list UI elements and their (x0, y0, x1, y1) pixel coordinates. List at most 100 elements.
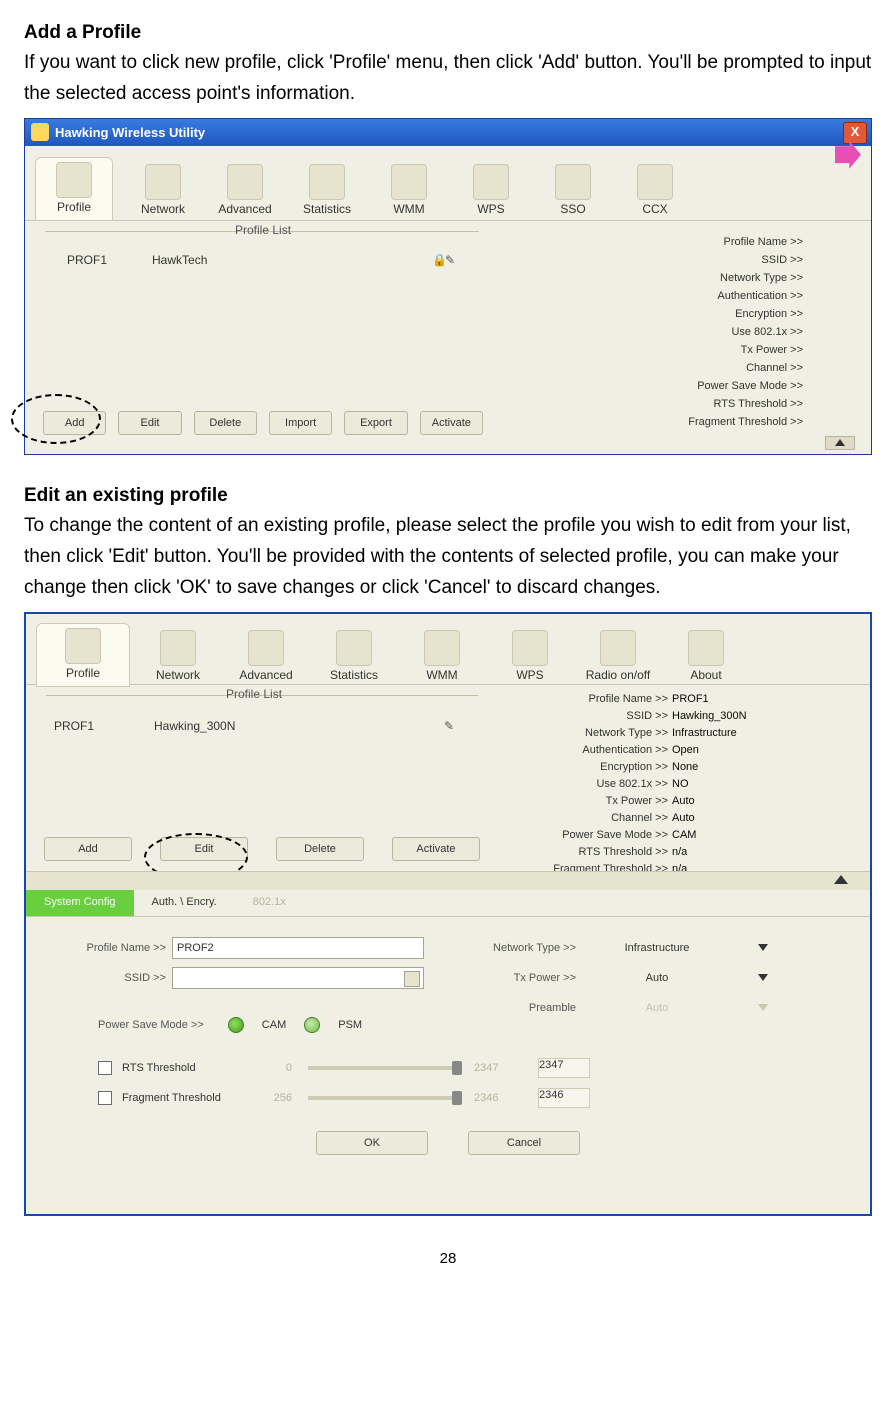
chevron-down-icon[interactable] (758, 944, 768, 951)
profile-button-row: Add Edit Delete Activate (44, 837, 478, 861)
chevron-up-icon (834, 875, 848, 884)
edit-button[interactable]: Edit (160, 837, 248, 861)
psm-label: Power Save Mode >> (98, 1019, 210, 1031)
rts-min: 0 (262, 1062, 292, 1074)
tab-radio[interactable]: Radio on/off (578, 630, 658, 682)
rts-checkbox[interactable] (98, 1061, 112, 1075)
profile-list-title: Profile List (226, 687, 282, 701)
heading-edit-profile: Edit an existing profile (24, 485, 872, 507)
advanced-icon (227, 164, 263, 200)
profile-icon (56, 162, 92, 198)
tab-sso[interactable]: SSO (541, 164, 605, 216)
tab-ccx[interactable]: CCX (623, 164, 687, 216)
tab-wmm[interactable]: WMM (402, 630, 482, 682)
tab-about[interactable]: About (666, 630, 746, 682)
network-icon (145, 164, 181, 200)
ssid-dropdown[interactable] (172, 967, 424, 989)
tx-power-value[interactable]: Auto (582, 972, 732, 984)
tab-wmm[interactable]: WMM (377, 164, 441, 216)
activate-button[interactable]: Activate (420, 411, 483, 435)
preamble-label: Preamble (466, 1002, 582, 1014)
profile-list-title: Profile List (235, 223, 291, 237)
para-edit-profile: To change the content of an existing pro… (24, 510, 872, 604)
ok-button[interactable]: OK (316, 1131, 428, 1155)
profile-details-panel: Profile Name >> SSID >> Network Type >> … (489, 221, 871, 441)
close-icon[interactable]: X (843, 122, 867, 144)
tab-statistics[interactable]: Statistics (295, 164, 359, 216)
tab-network[interactable]: Network (138, 630, 218, 682)
frag-value-box[interactable]: 2346 (538, 1088, 590, 1108)
rts-value-box[interactable]: 2347 (538, 1058, 590, 1078)
profile-icon (65, 628, 101, 664)
profile-ssid-cell: HawkTech (152, 253, 207, 267)
tx-power-label: Tx Power >> (466, 972, 582, 984)
statistics-icon (336, 630, 372, 666)
delete-button[interactable]: Delete (194, 411, 257, 435)
screenshot-add-profile: Hawking Wireless Utility X Profile Netwo… (24, 118, 872, 455)
tab-profile[interactable]: Profile (36, 623, 130, 687)
para-add-profile: If you want to click new profile, click … (24, 47, 872, 110)
ccx-icon (637, 164, 673, 200)
profile-list-panel: Profile List PROF1 Hawking_300N ✎ Add Ed… (26, 685, 488, 871)
network-icon (160, 630, 196, 666)
tab-advanced[interactable]: Advanced (226, 630, 306, 682)
frag-max: 2346 (474, 1092, 508, 1104)
activate-button[interactable]: Activate (392, 837, 480, 861)
config-tabs: System Config Auth. \ Encry. 802.1x (26, 890, 870, 917)
frag-slider[interactable] (308, 1096, 458, 1100)
heading-add-profile: Add a Profile (24, 22, 872, 44)
add-button[interactable]: Add (44, 837, 132, 861)
about-icon (688, 630, 724, 666)
preamble-value: Auto (582, 1002, 732, 1014)
radio-psm-label: PSM (338, 1019, 362, 1031)
network-type-label: Network Type >> (466, 942, 582, 954)
rts-slider[interactable] (308, 1066, 458, 1070)
frag-label: Fragment Threshold (122, 1092, 252, 1104)
tab-advanced[interactable]: Advanced (213, 164, 277, 216)
tab-network[interactable]: Network (131, 164, 195, 216)
edit-button[interactable]: Edit (118, 411, 181, 435)
expand-toggle[interactable] (825, 436, 855, 450)
profile-row[interactable]: PROF1 HawkTech 🔒✎ (39, 253, 489, 267)
app-icon (31, 123, 49, 141)
profile-list-panel: Profile List PROF1 HawkTech 🔒✎ Add Edit … (25, 221, 489, 441)
profile-row[interactable]: PROF1 Hawking_300N ✎ (40, 719, 488, 733)
page-number: 28 (24, 1250, 872, 1267)
frag-min: 256 (262, 1092, 292, 1104)
statistics-icon (309, 164, 345, 200)
ssid-label: SSID >> (48, 972, 172, 984)
collapse-bar[interactable] (26, 871, 870, 890)
radio-psm[interactable] (304, 1017, 320, 1033)
main-toolbar: Profile Network Advanced Statistics WMM … (25, 146, 871, 221)
tab-system-config[interactable]: System Config (26, 890, 134, 916)
main-toolbar: Profile Network Advanced Statistics WMM … (26, 614, 870, 685)
profile-button-row: Add Edit Delete Import Export Activate (43, 411, 483, 435)
tab-8021x: 802.1x (235, 890, 304, 916)
sso-icon (555, 164, 591, 200)
profile-details-panel: Profile Name >>PROF1 SSID >>Hawking_300N… (488, 685, 870, 871)
frag-checkbox[interactable] (98, 1091, 112, 1105)
wmm-icon (391, 164, 427, 200)
network-type-value[interactable]: Infrastructure (582, 942, 732, 954)
wps-icon (512, 630, 548, 666)
tab-wps[interactable]: WPS (459, 164, 523, 216)
export-button[interactable]: Export (344, 411, 407, 435)
advanced-icon (248, 630, 284, 666)
tab-auth-encry[interactable]: Auth. \ Encry. (134, 890, 235, 916)
tab-profile[interactable]: Profile (35, 157, 113, 221)
tab-wps[interactable]: WPS (490, 630, 570, 682)
wmm-icon (424, 630, 460, 666)
profile-name-cell: PROF1 (54, 719, 94, 733)
wps-icon (473, 164, 509, 200)
profile-name-input[interactable]: PROF2 (172, 937, 424, 959)
tab-statistics[interactable]: Statistics (314, 630, 394, 682)
window-titlebar: Hawking Wireless Utility X (25, 119, 871, 146)
cancel-button[interactable]: Cancel (468, 1131, 580, 1155)
rts-label: RTS Threshold (122, 1062, 252, 1074)
delete-button[interactable]: Delete (276, 837, 364, 861)
import-button[interactable]: Import (269, 411, 332, 435)
add-button[interactable]: Add (43, 411, 106, 435)
chevron-down-icon[interactable] (758, 974, 768, 981)
radio-cam[interactable] (228, 1017, 244, 1033)
screenshot-edit-profile: Profile Network Advanced Statistics WMM … (24, 612, 872, 1216)
